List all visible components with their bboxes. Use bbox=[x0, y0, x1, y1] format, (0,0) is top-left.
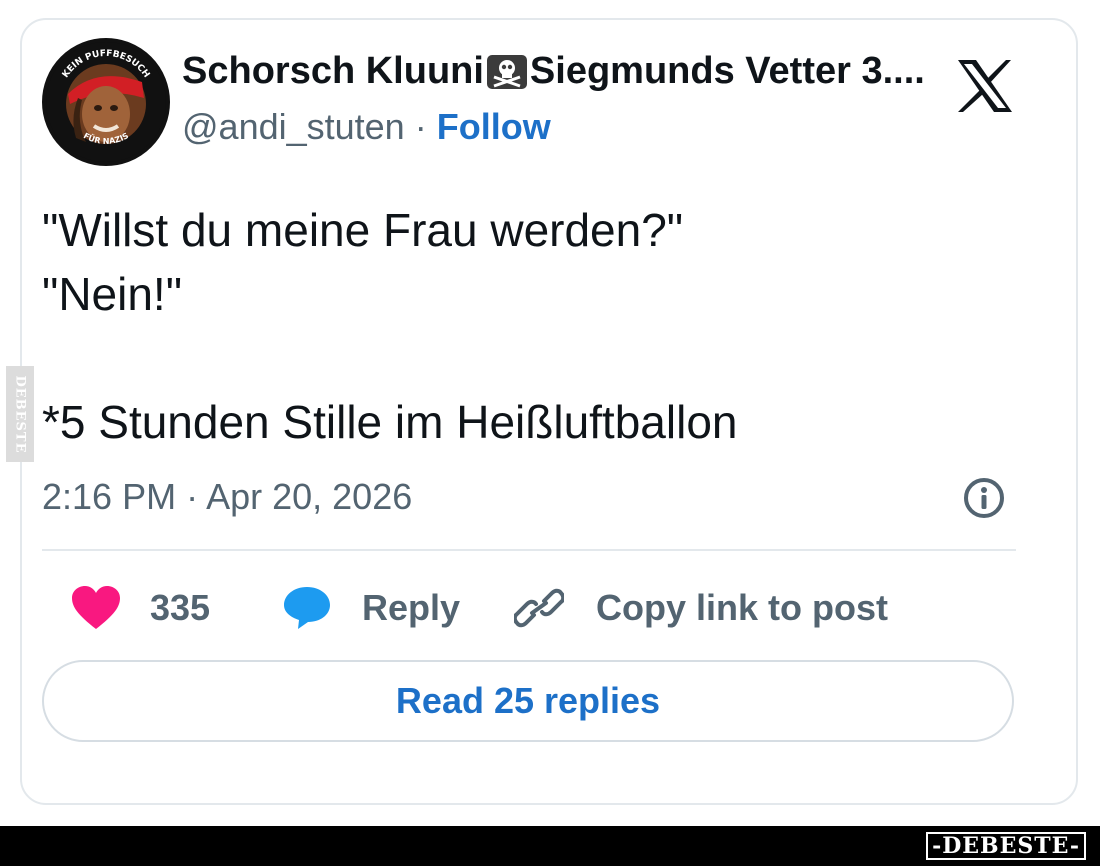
reply-bubble-icon bbox=[284, 587, 330, 629]
like-count: 335 bbox=[150, 587, 211, 628]
avatar[interactable]: KEIN PUFFBESUCH FÜR NAZIS bbox=[42, 38, 170, 166]
like-button[interactable]: 335 bbox=[70, 578, 210, 638]
side-watermark: DEBESTE bbox=[6, 366, 34, 462]
read-replies-button[interactable]: Read 25 replies bbox=[42, 660, 1014, 742]
user-handle[interactable]: @andi_stuten bbox=[182, 106, 405, 147]
display-name-part1: Schorsch Kluuni bbox=[182, 50, 484, 92]
heart-icon bbox=[72, 586, 120, 629]
reply-button[interactable]: Reply bbox=[282, 578, 460, 638]
copy-link-label: Copy link to post bbox=[596, 587, 888, 628]
reply-label: Reply bbox=[362, 587, 461, 628]
pirate-flag-icon bbox=[486, 53, 528, 91]
display-name[interactable]: Schorsch Kluuni Siegmunds Vetter 3.... bbox=[182, 50, 942, 93]
follow-button[interactable]: Follow bbox=[437, 106, 551, 147]
link-icon bbox=[514, 588, 564, 628]
divider bbox=[42, 549, 1016, 551]
handle-row: @andi_stuten · Follow bbox=[182, 106, 551, 148]
x-logo-icon[interactable] bbox=[956, 58, 1014, 114]
tweet-text: "Willst du meine Frau werden?" "Nein!" *… bbox=[42, 204, 738, 448]
copy-link-button[interactable]: Copy link to post bbox=[514, 578, 888, 638]
tweet-timestamp[interactable]: 2:16 PM · Apr 20, 2026 bbox=[42, 476, 412, 518]
info-icon[interactable] bbox=[962, 476, 1006, 520]
action-bar: 335 Reply Copy link to post bbox=[42, 578, 1016, 638]
bottom-bar: -DEBESTE- bbox=[0, 826, 1100, 866]
handle-separator: · bbox=[414, 106, 427, 147]
side-watermark-text: DEBESTE bbox=[12, 374, 28, 454]
bottom-watermark: -DEBESTE- bbox=[926, 832, 1086, 860]
read-replies-label: Read 25 replies bbox=[395, 680, 661, 721]
display-name-part2: Siegmunds Vetter 3.... bbox=[529, 50, 925, 92]
